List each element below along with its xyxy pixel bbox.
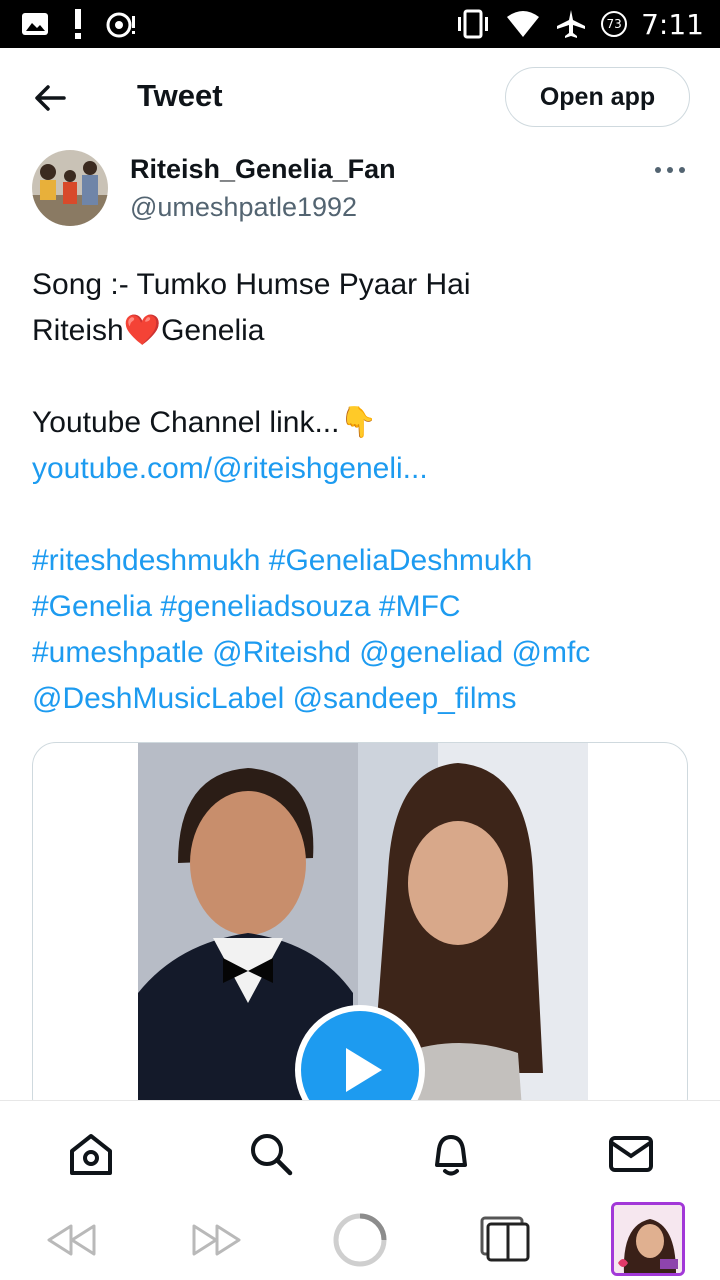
bottom-nav [0, 1100, 720, 1200]
open-app-button[interactable]: Open app [505, 67, 690, 127]
loading-indicator [332, 1212, 388, 1268]
messages-icon [609, 1136, 653, 1172]
tweet-line: Riteish❤️Genelia [32, 308, 692, 354]
heart-emoji: ❤️ [123, 314, 162, 347]
loading-icon [333, 1213, 387, 1267]
tabs-button[interactable] [478, 1212, 534, 1268]
tweet-line: Youtube Channel link...👇 [32, 400, 692, 446]
notifications-icon [435, 1135, 467, 1176]
mention-line[interactable]: @DeshMusicLabel @sandeep_films [32, 676, 692, 722]
status-bar: 73 7:11 [0, 0, 720, 48]
author-name[interactable]: Riteish_Genelia_Fan [130, 154, 396, 185]
tweet-line: Song :- Tumko Humse Pyaar Hai [32, 268, 471, 301]
youtube-link[interactable]: youtube.com/@riteishgeneli... [32, 446, 692, 492]
rewind-button[interactable] [44, 1212, 100, 1268]
nav-home[interactable] [66, 1129, 116, 1179]
tab-thumbnail[interactable] [611, 1202, 685, 1276]
avatar-image [32, 150, 108, 226]
header: Tweet Open app [0, 48, 720, 146]
alert-icon [75, 9, 81, 39]
tweet-fragment: Riteish [32, 314, 124, 347]
tab-thumbnail-image [614, 1205, 682, 1273]
tweet-text: Song :- Tumko Humse Pyaar Hai Riteish❤️G… [32, 262, 692, 722]
home-icon [70, 1134, 112, 1175]
pointing-down-emoji: 👇 [339, 406, 377, 439]
author-handle[interactable]: @umeshpatle1992 [130, 192, 357, 223]
nav-messages[interactable] [606, 1129, 656, 1179]
hashtag-line[interactable]: #umeshpatle @Riteishd @geneliad @mfc [32, 630, 692, 676]
back-arrow-icon [35, 85, 66, 111]
image-icon [22, 13, 48, 35]
fast-forward-icon [192, 1224, 241, 1256]
hashtag-line[interactable]: #Genelia #geneliadsouza #MFC [32, 584, 692, 630]
data-saver-icon: 73 [601, 11, 628, 37]
page-title: Tweet [137, 78, 223, 113]
wifi-icon [507, 11, 540, 37]
nav-search[interactable] [246, 1129, 296, 1179]
media-icon [106, 12, 135, 38]
search-icon [251, 1134, 293, 1176]
back-button[interactable] [30, 78, 70, 118]
play-icon [346, 1048, 382, 1092]
rewind-icon [47, 1224, 96, 1256]
more-icon [655, 167, 685, 173]
tweet-fragment: Genelia [161, 314, 265, 347]
media-card[interactable] [32, 742, 688, 1122]
fast-forward-button[interactable] [188, 1212, 244, 1268]
battery-level: 73 [606, 17, 622, 31]
more-options-button[interactable] [652, 160, 688, 180]
tabs-icon [480, 1216, 530, 1262]
airplane-icon [557, 10, 586, 38]
clock: 7:11 [641, 7, 704, 41]
tweet-fragment: Youtube Channel link... [32, 406, 340, 439]
hashtag-line[interactable]: #riteshdeshmukh #GeneliaDeshmukh [32, 538, 692, 584]
vibrate-icon [458, 9, 489, 39]
nav-notifications[interactable] [426, 1129, 476, 1179]
avatar[interactable] [32, 150, 108, 226]
